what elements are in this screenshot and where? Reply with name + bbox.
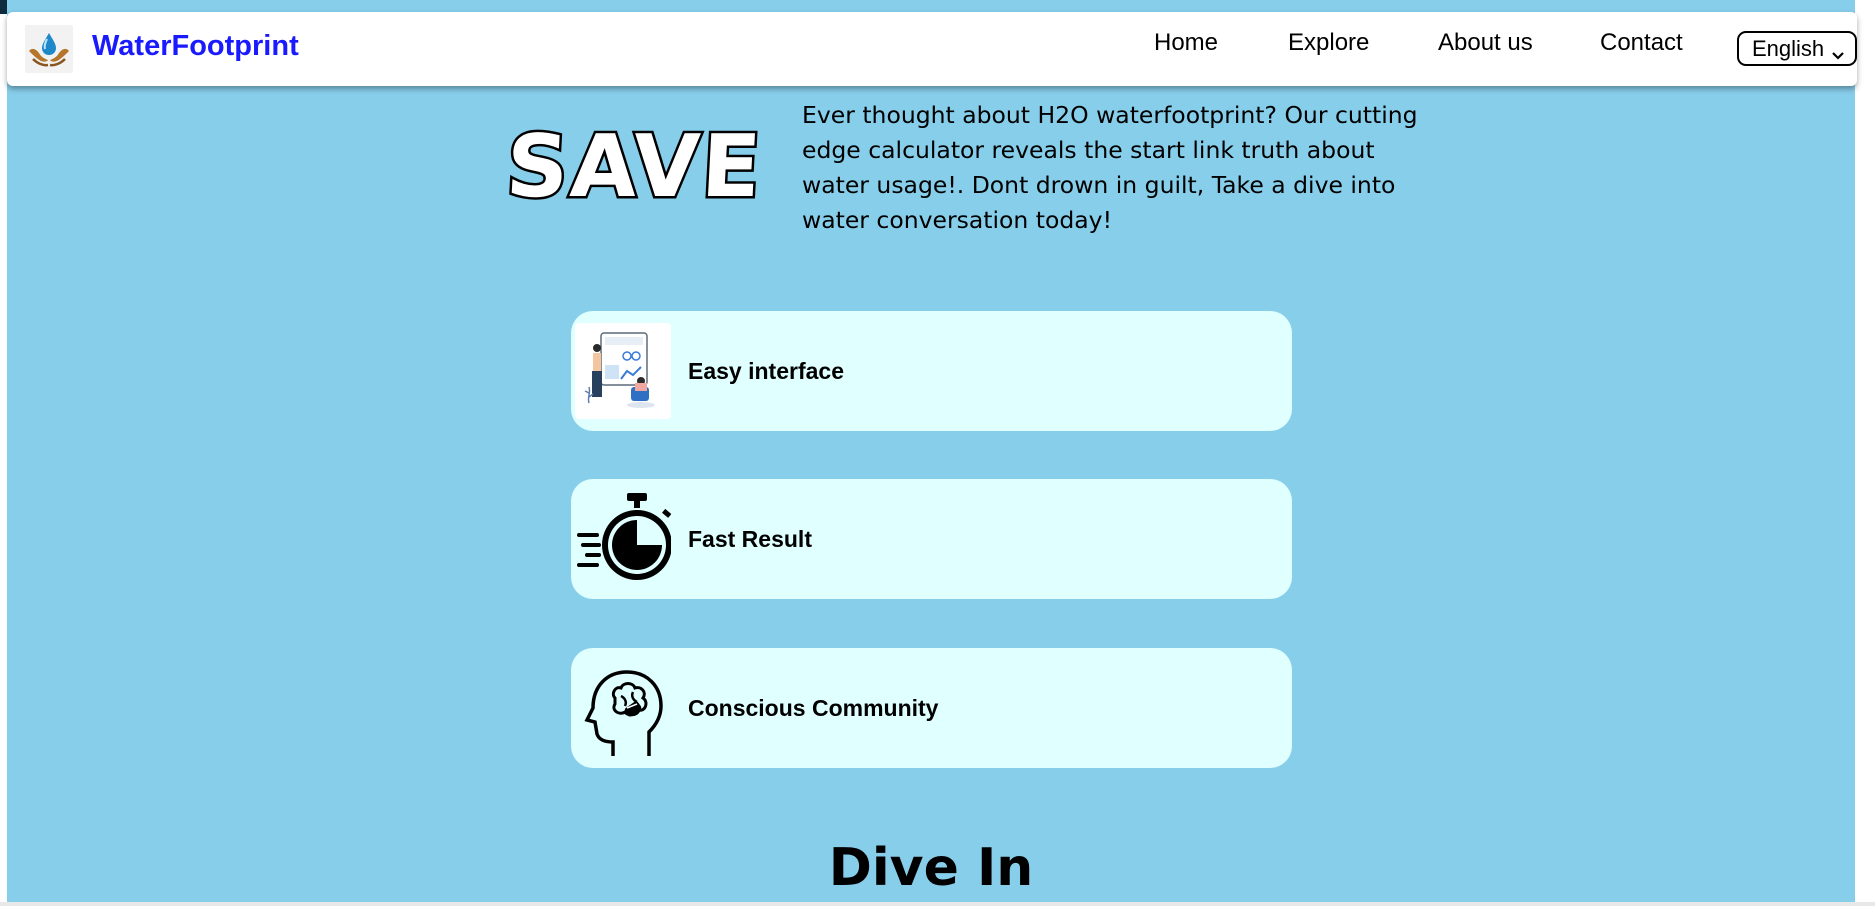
nav-link-contact[interactable]: Contact bbox=[1600, 29, 1683, 57]
save-word-text: SAVE bbox=[505, 118, 760, 210]
language-select-value: English bbox=[1752, 36, 1825, 61]
nav-link-about-us[interactable]: About us bbox=[1438, 29, 1533, 57]
horizontal-scrollbar[interactable] bbox=[0, 902, 1875, 906]
brand-name[interactable]: WaterFootprint bbox=[92, 30, 299, 63]
dashboard-illustration-icon bbox=[575, 323, 671, 419]
nav-link-home[interactable]: Home bbox=[1154, 29, 1218, 57]
feature-card-easy-interface: Easy interface bbox=[571, 311, 1292, 431]
feature-label: Fast Result bbox=[688, 526, 812, 552]
stopwatch-icon bbox=[575, 491, 671, 587]
feature-card-fast-result: Fast Result bbox=[571, 479, 1292, 599]
save-graphic-text: SAVE bbox=[501, 115, 767, 220]
top-navbar: WaterFootprint Home Explore About us Con… bbox=[7, 12, 1857, 86]
intro-paragraph: Ever thought about H2O waterfootprint? O… bbox=[802, 101, 1418, 234]
feature-label: Conscious Community bbox=[688, 695, 939, 721]
brain-head-icon bbox=[575, 660, 671, 756]
section-title: Dive In bbox=[828, 838, 1034, 898]
feature-label: Easy interface bbox=[688, 358, 844, 384]
nav-link-explore[interactable]: Explore bbox=[1288, 29, 1369, 57]
chevron-down-icon bbox=[1831, 41, 1845, 67]
water-hands-logo-icon[interactable] bbox=[25, 25, 73, 73]
feature-card-conscious-community: Conscious Community bbox=[571, 648, 1292, 768]
language-select[interactable]: English bbox=[1737, 31, 1857, 66]
